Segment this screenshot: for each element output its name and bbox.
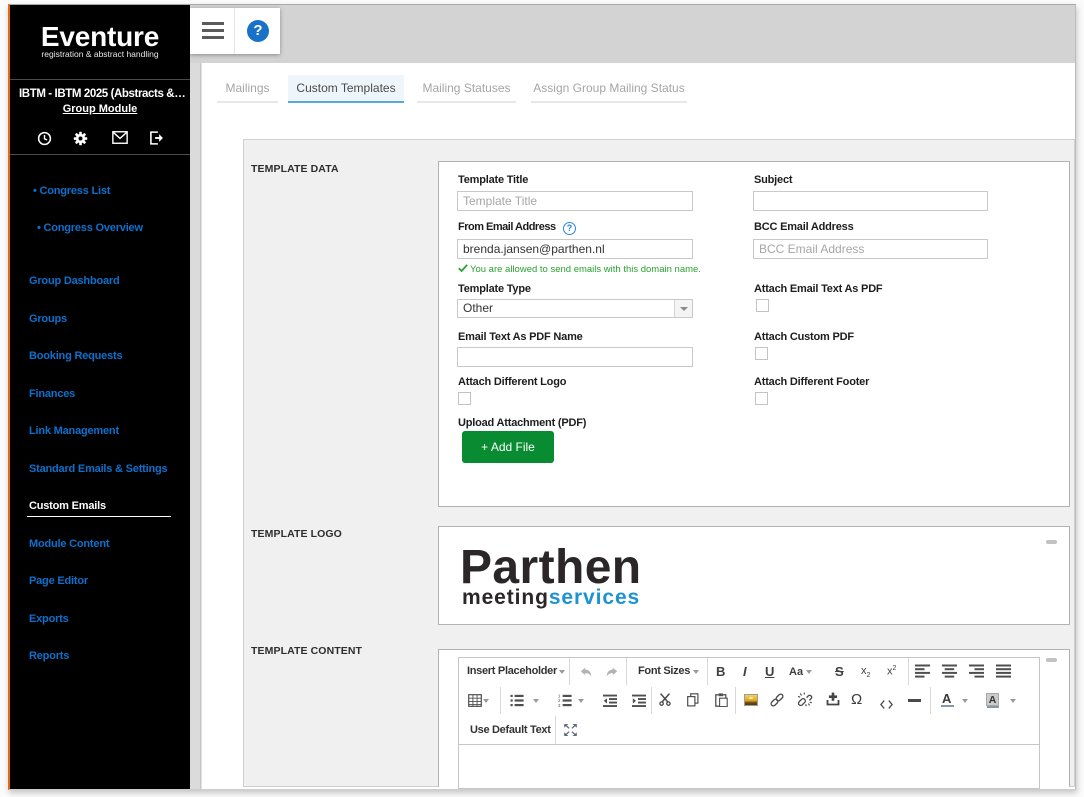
svg-text:3: 3 [558, 703, 561, 707]
